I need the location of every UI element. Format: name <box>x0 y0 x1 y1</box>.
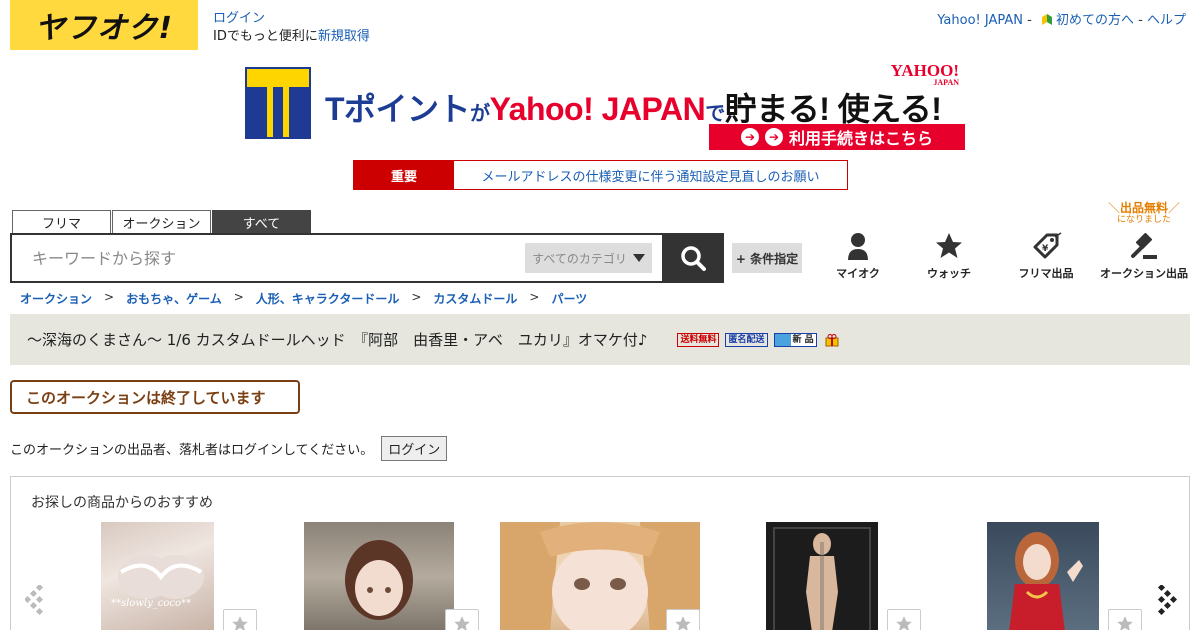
myauction-button[interactable]: マイオク <box>812 231 904 281</box>
product-photo <box>1009 532 1083 630</box>
breadcrumb: オークション > おもちゃ、ゲーム > 人形、キャラクタードール > カスタムド… <box>20 290 588 307</box>
photo-watermark: **slowly_coco** <box>111 598 191 609</box>
tpoint-banner[interactable]: TポイントがYahoo! JAPANで貯まる! 使える! YAHOO! JAPA… <box>245 62 965 152</box>
breadcrumb-item[interactable]: カスタムドール <box>433 290 517 307</box>
carousel-prev-icon[interactable] <box>25 585 47 615</box>
banner-cta-button[interactable]: ➔ ➔ 利用手続きはこちら <box>709 124 965 150</box>
help-link[interactable]: ヘルプ <box>1147 13 1186 28</box>
search-tabs: フリマ オークション すべて <box>12 210 311 234</box>
product-photo <box>345 540 413 620</box>
search-input[interactable] <box>12 236 525 280</box>
notice-label: 重要 <box>354 161 454 189</box>
yahoo-japan-mini-logo: YAHOO! JAPAN <box>890 61 959 87</box>
condition-button[interactable]: + 条件指定 <box>732 243 802 273</box>
watch-button[interactable]: ウォッチ <box>903 231 995 281</box>
arrow-right-icon: ➔ <box>740 128 759 146</box>
signup-link[interactable]: 新規取得 <box>318 29 370 44</box>
star-icon <box>896 616 912 630</box>
auction-ended-notice: このオークションは終了しています <box>10 380 300 414</box>
star-icon <box>1117 616 1133 630</box>
beginner-mark-icon <box>1041 14 1052 25</box>
search-bar: すべてのカテゴリ <box>10 233 724 283</box>
login-subtext: IDでもっと便利に新規取得 <box>213 29 370 44</box>
search-button[interactable] <box>662 233 724 283</box>
anonymous-shipping-badge: 匿名配送 <box>725 332 768 347</box>
free-shipping-badge: 送料無料 <box>677 332 720 347</box>
yahoo-japan-link[interactable]: Yahoo! JAPAN <box>937 13 1023 28</box>
flea-listing-button[interactable]: ¥ フリマ出品 <box>1000 231 1092 281</box>
product-photo <box>773 527 871 630</box>
tpoint-logo-icon <box>245 67 311 139</box>
person-icon <box>848 233 868 260</box>
free-listing-label: ＼出品無料／ になりました <box>1107 201 1181 225</box>
tab-flea[interactable]: フリマ <box>12 210 111 234</box>
important-notice: 重要 メールアドレスの仕様変更に伴う通知設定見直しのお願い <box>353 160 848 190</box>
login-button[interactable]: ログイン <box>381 436 448 461</box>
carousel-next-icon[interactable] <box>1155 585 1177 615</box>
logo-text: ヤフオク! <box>34 11 174 46</box>
price-tag-icon: ¥ <box>1033 232 1062 259</box>
product-image[interactable]: **slowly_coco** <box>101 522 214 630</box>
tab-auction[interactable]: オークション <box>112 210 211 234</box>
login-prompt: このオークションの出品者、落札者はログインしてください。 ログイン <box>10 436 448 461</box>
breadcrumb-item[interactable]: 人形、キャラクタードール <box>256 290 400 307</box>
breadcrumb-item[interactable]: おもちゃ、ゲーム <box>126 290 222 307</box>
chevron-down-icon <box>632 254 645 262</box>
star-icon <box>232 616 248 630</box>
new-item-badge: 新 品 <box>773 332 817 347</box>
header-links: Yahoo! JAPAN - 初めての方へ - ヘルプ <box>937 13 1186 28</box>
recommendations-title: お探しの商品からのおすすめ <box>31 495 213 511</box>
yahuoku-logo[interactable]: ヤフオク! <box>10 0 198 50</box>
product-image[interactable] <box>987 522 1099 630</box>
beginner-link[interactable]: 初めての方へ <box>1056 13 1134 28</box>
star-icon <box>454 616 470 630</box>
star-icon <box>936 233 962 258</box>
login-link[interactable]: ログイン <box>213 11 265 26</box>
breadcrumb-item[interactable]: パーツ <box>551 290 587 307</box>
breadcrumb-item[interactable]: オークション <box>20 290 92 307</box>
category-select[interactable]: すべてのカテゴリ <box>525 243 652 273</box>
star-icon <box>675 616 691 630</box>
login-box: ログイン IDでもっと便利に新規取得 <box>213 10 370 46</box>
search-icon <box>681 246 706 271</box>
product-image[interactable] <box>304 522 454 630</box>
tab-all[interactable]: すべて <box>212 210 311 234</box>
watch-toggle-button[interactable] <box>887 609 921 630</box>
watch-toggle-button[interactable] <box>666 609 700 630</box>
gavel-icon <box>1131 232 1157 259</box>
watch-toggle-button[interactable] <box>1108 609 1142 630</box>
item-title-bar: ～深海のくまさん～ 1/6 カスタムドールヘッド 『阿部 由香里・アベ ユカリ』… <box>10 314 1190 365</box>
product-image[interactable] <box>766 522 878 630</box>
product-photo <box>118 555 204 599</box>
gift-icon <box>825 333 839 346</box>
recommendations: お探しの商品からのおすすめ **slowly_coco** <box>10 476 1190 630</box>
item-title: ～深海のくまさん～ 1/6 カスタムドールヘッド 『阿部 由香里・アベ ユカリ』… <box>27 331 648 349</box>
svg-text:¥: ¥ <box>1042 244 1049 254</box>
arrow-right-icon: ➔ <box>764 128 783 146</box>
watch-toggle-button[interactable] <box>223 609 257 630</box>
notice-link[interactable]: メールアドレスの仕様変更に伴う通知設定見直しのお願い <box>454 161 847 189</box>
auction-listing-button[interactable]: オークション出品 <box>1097 231 1191 281</box>
watch-toggle-button[interactable] <box>445 609 479 630</box>
